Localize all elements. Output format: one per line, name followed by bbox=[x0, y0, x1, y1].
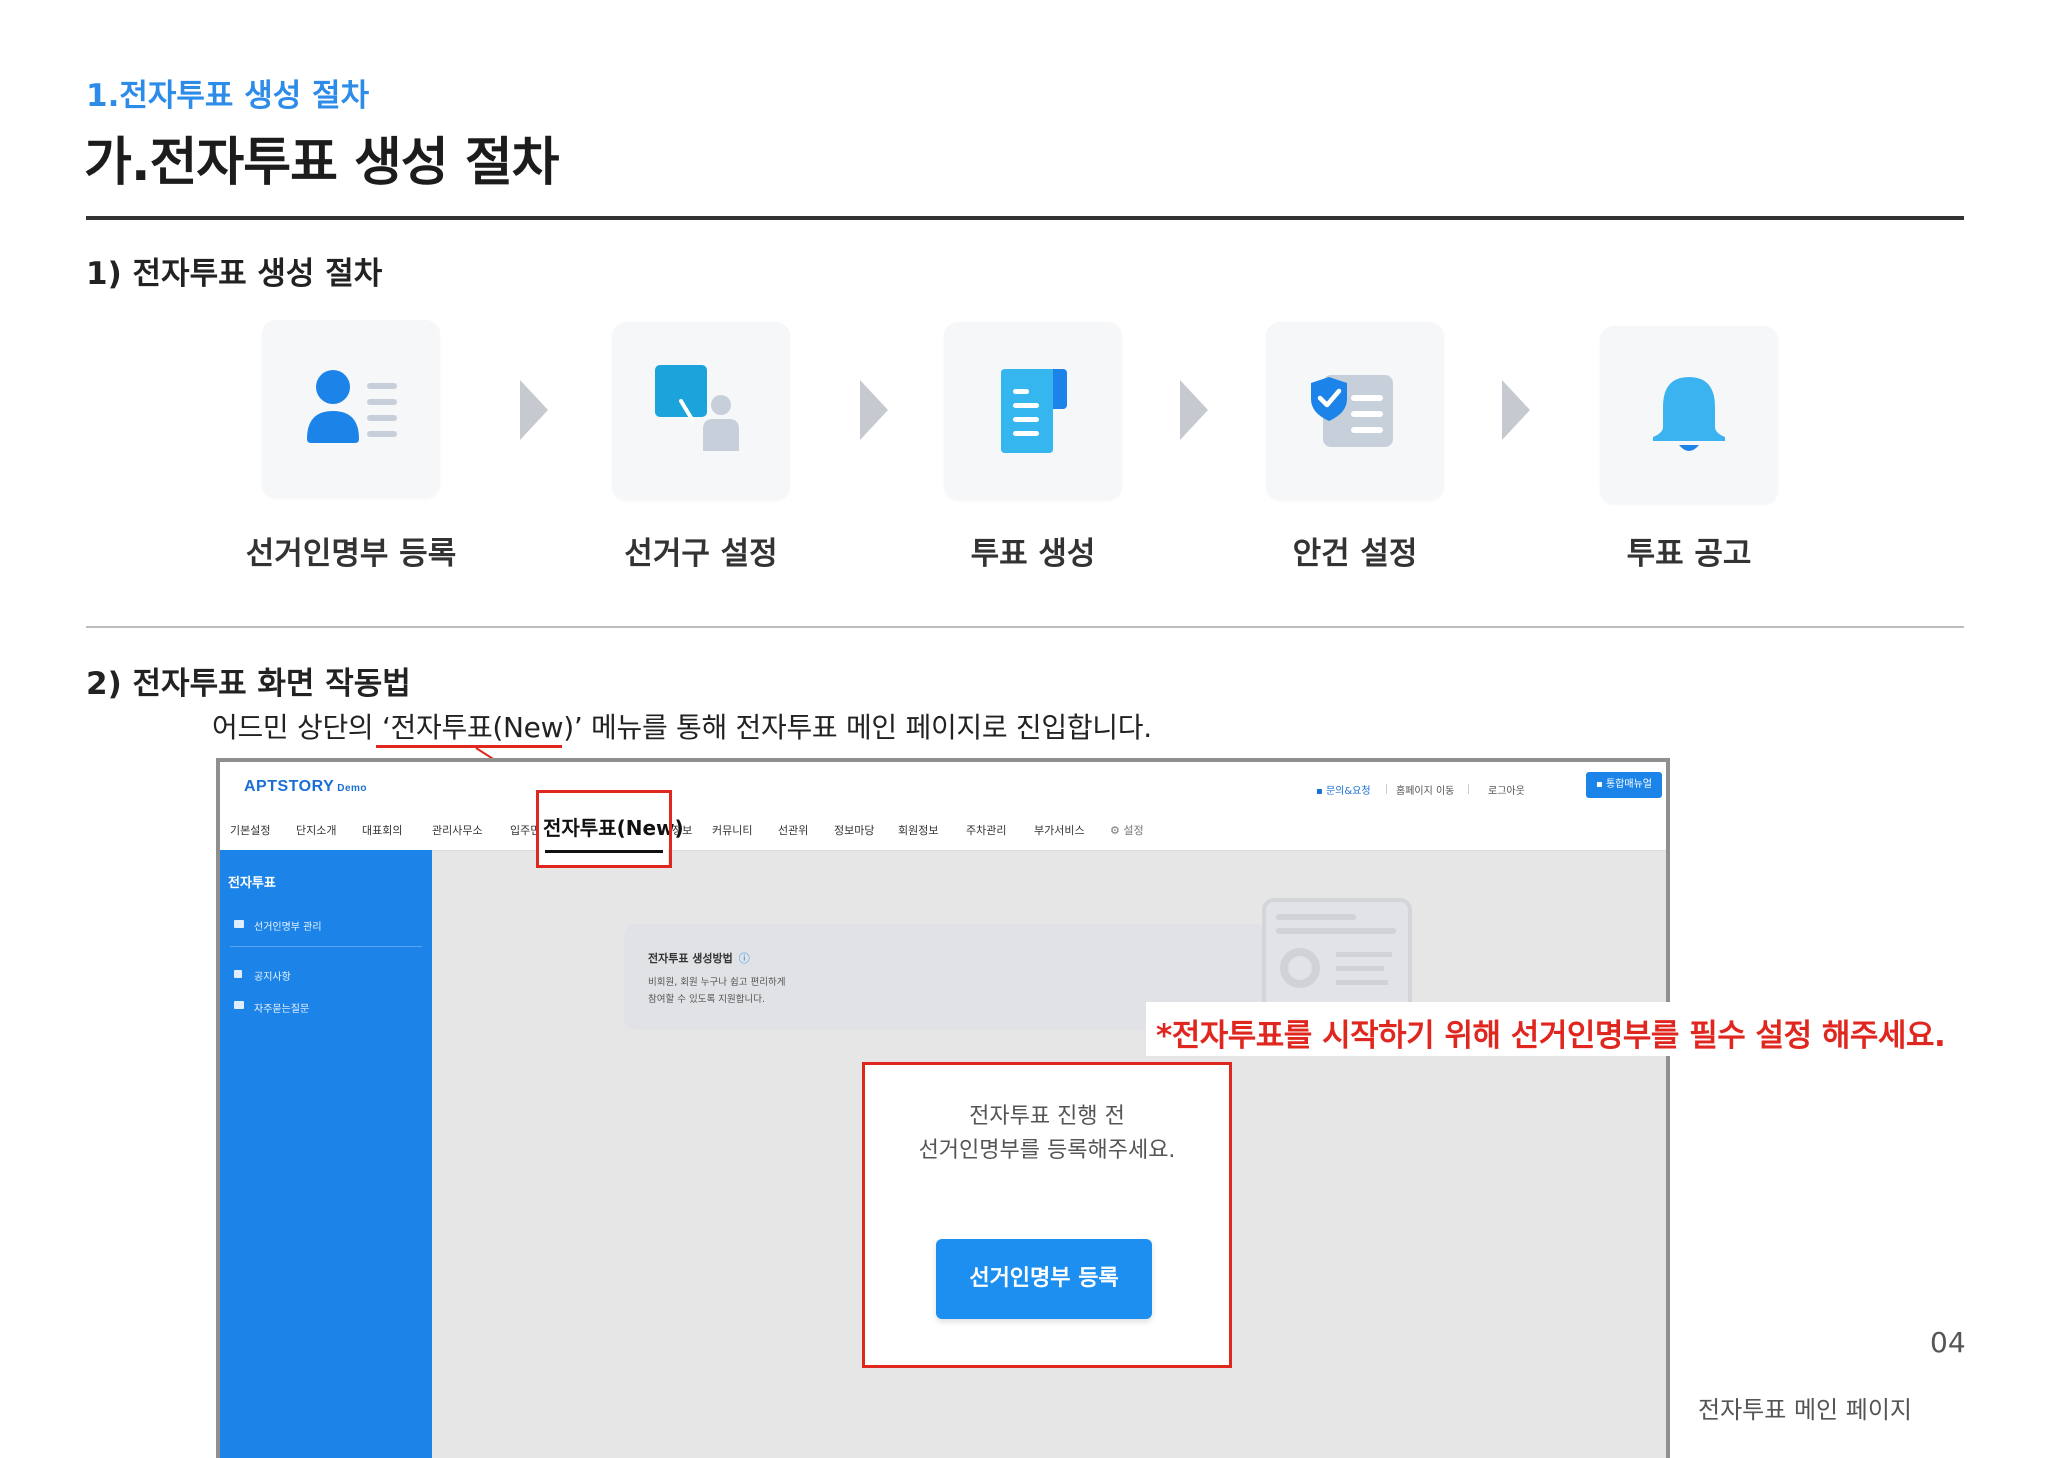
arrow-right-icon bbox=[1502, 380, 1530, 440]
step-announce bbox=[1600, 326, 1778, 504]
util-separator bbox=[1386, 784, 1387, 794]
chapter-label: 1.전자투표 생성 절차 bbox=[86, 78, 370, 114]
list-icon bbox=[234, 920, 244, 928]
arrow-right-icon bbox=[860, 380, 888, 440]
menu-community[interactable]: 커뮤니티 bbox=[712, 822, 752, 838]
logout-link[interactable]: 로그아웃 bbox=[1488, 782, 1525, 797]
menu-rep-meeting[interactable]: 대표회의 bbox=[362, 822, 402, 838]
voter-list-icon bbox=[307, 370, 397, 443]
warning-text: *전자투표를 시작하기 위해 선거인명부를 필수 설정 해주세요. bbox=[1156, 1018, 1946, 1054]
gear-icon: ⚙ bbox=[1110, 824, 1124, 837]
menu-basic-settings[interactable]: 기본설정 bbox=[230, 822, 270, 838]
aptstory-logo[interactable]: APTSTORY Demo bbox=[244, 778, 367, 796]
arrow-right-icon bbox=[1180, 380, 1208, 440]
book-icon: ▪ bbox=[1596, 779, 1606, 790]
menu-info-board[interactable]: 정보마당 bbox=[834, 822, 874, 838]
step-label-create-vote: 투표 생성 bbox=[970, 536, 1096, 572]
section-divider bbox=[86, 626, 1964, 628]
notice-icon bbox=[234, 970, 242, 978]
menu-management-office[interactable]: 관리사무소 bbox=[432, 822, 483, 838]
manual-button[interactable]: ▪ 통합매뉴얼 bbox=[1586, 772, 1662, 798]
menu-settings[interactable]: ⚙ 설정 bbox=[1110, 822, 1144, 838]
presentation-icon bbox=[655, 365, 739, 451]
sidebar-divider bbox=[230, 946, 422, 947]
menu-parking[interactable]: 주차관리 bbox=[966, 822, 1006, 838]
checklist-icon bbox=[1311, 375, 1393, 447]
menu-member-info[interactable]: 회원정보 bbox=[898, 822, 938, 838]
step-label-agenda: 안건 설정 bbox=[1292, 536, 1418, 572]
step-district bbox=[612, 322, 790, 500]
info-title: 전자투표 생성방법 ⓘ bbox=[648, 952, 750, 965]
notice-highlight-box bbox=[862, 1062, 1232, 1368]
step-voter-list bbox=[262, 320, 440, 498]
instruction-text: 어드민 상단의 ‘전자투표(New)’ 메뉴를 통해 전자투표 메인 페이지로 … bbox=[212, 711, 1152, 744]
step-agenda bbox=[1266, 322, 1444, 500]
util-separator bbox=[1468, 784, 1469, 794]
menu-complex-intro[interactable]: 단지소개 bbox=[296, 822, 336, 838]
sidebar-item-faq[interactable]: 자주묻는질문 bbox=[254, 1000, 309, 1015]
page-number: 04 bbox=[1930, 1326, 1966, 1359]
step-label-district: 선거구 설정 bbox=[624, 536, 778, 572]
sidebar-title: 전자투표 bbox=[228, 876, 276, 891]
sidebar-item-notice[interactable]: 공지사항 bbox=[254, 968, 291, 983]
homepage-link[interactable]: 홈페이지 이동 bbox=[1396, 782, 1454, 797]
document-icon bbox=[1001, 369, 1067, 453]
header-divider bbox=[86, 216, 1964, 220]
arrow-right-icon bbox=[520, 380, 548, 440]
sidebar-item-voter-list[interactable]: 선거인명부 관리 bbox=[254, 918, 322, 933]
bell-icon bbox=[1653, 377, 1725, 451]
info-description: 비회원, 회원 누구나 쉽고 편리하게 참여할 수 있도록 지원합니다. bbox=[648, 977, 786, 1005]
inquiry-link[interactable]: ▪ 문의&요청 bbox=[1316, 782, 1371, 797]
chat-icon: ▪ bbox=[1316, 786, 1326, 797]
figure-caption: 전자투표 메인 페이지 bbox=[1698, 1396, 1912, 1424]
step-label-announce: 투표 공고 bbox=[1626, 536, 1752, 572]
menu-election-committee[interactable]: 선관위 bbox=[778, 822, 808, 838]
tab-highlight-box bbox=[536, 790, 672, 868]
page-title: 가.전자투표 생성 절차 bbox=[84, 133, 560, 193]
section-title-process: 1) 전자투표 생성 절차 bbox=[86, 256, 383, 292]
section-title-usage: 2) 전자투표 화면 작동법 bbox=[86, 666, 411, 702]
step-create-vote bbox=[944, 322, 1122, 500]
faq-icon bbox=[234, 1001, 244, 1009]
admin-sidebar bbox=[220, 850, 432, 1458]
info-icon: ⓘ bbox=[738, 952, 750, 965]
step-label-voter-list: 선거인명부 등록 bbox=[245, 536, 457, 572]
menu-extra-services[interactable]: 부가서비스 bbox=[1034, 822, 1085, 838]
